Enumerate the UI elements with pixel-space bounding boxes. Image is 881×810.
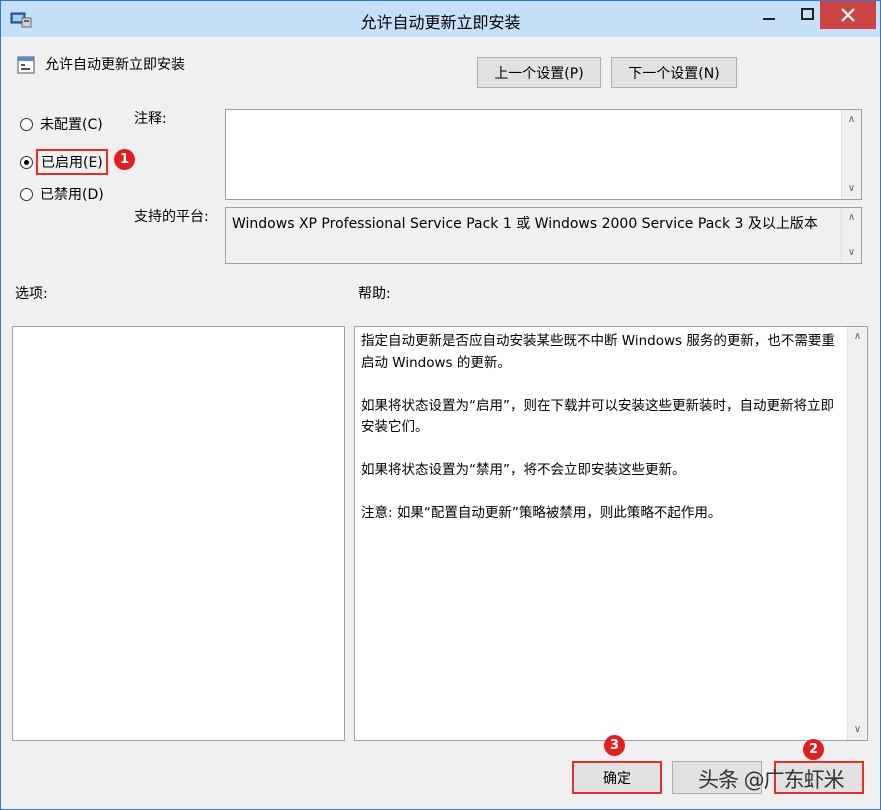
policy-setting-icon <box>17 56 35 74</box>
dialog-client-area: 允许自动更新立即安装 上一个设置(P) 下一个设置(N) 未配置(C) 已启用(… <box>8 37 873 805</box>
window-title: 允许自动更新立即安装 <box>360 13 521 32</box>
help-panel[interactable]: 指定自动更新是否应自动安装某些既不中断 Windows 服务的更新，也不需要重启… <box>354 326 868 741</box>
comment-textarea[interactable]: ∧ ∨ <box>225 109 862 200</box>
scroll-up-icon[interactable]: ∧ <box>848 328 867 346</box>
radio-enabled[interactable]: 已启用(E) <box>20 149 108 175</box>
help-paragraph: 如果将状态设置为“禁用”，将不会立即安装这些更新。 <box>361 462 686 478</box>
minimize-button[interactable] <box>750 1 788 29</box>
policy-name-heading: 允许自动更新立即安装 <box>45 57 185 73</box>
policy-dialog-window: 允许自动更新立即安装 允许自动更新立即安装 上一个设置(P) 下一个设置(N) … <box>0 0 881 810</box>
help-text: 指定自动更新是否应自动安装某些既不中断 Windows 服务的更新，也不需要重启… <box>361 331 845 546</box>
help-paragraph: 指定自动更新是否应自动安装某些既不中断 Windows 服务的更新，也不需要重启… <box>361 333 835 371</box>
annotation-badge-1: 1 <box>114 149 135 170</box>
platform-field: Windows XP Professional Service Pack 1 或… <box>225 207 862 264</box>
platform-scrollbar[interactable]: ∧ ∨ <box>841 208 861 263</box>
radio-not-configured-label: 未配置(C) <box>40 117 103 133</box>
help-section-label: 帮助: <box>358 286 391 302</box>
scroll-up-icon[interactable]: ∧ <box>842 209 861 227</box>
close-icon <box>841 8 855 22</box>
comment-label: 注释: <box>134 111 167 127</box>
radio-disabled[interactable]: 已禁用(D) <box>20 184 104 204</box>
radio-button[interactable] <box>20 187 33 201</box>
help-scrollbar[interactable]: ∧ ∨ <box>847 327 867 740</box>
scroll-down-icon[interactable]: ∨ <box>842 244 861 262</box>
ok-button[interactable]: 确定 <box>572 761 662 794</box>
radio-disabled-label: 已禁用(D) <box>40 187 104 203</box>
radio-enabled-label: 已启用(E) <box>36 149 108 175</box>
scroll-down-icon[interactable]: ∨ <box>842 180 861 198</box>
next-setting-button[interactable]: 下一个设置(N) <box>611 57 737 88</box>
help-paragraph: 注意: 如果“配置自动更新”策略被禁用，则此策略不起作用。 <box>361 505 722 521</box>
radio-button[interactable] <box>20 117 33 131</box>
close-button[interactable] <box>820 1 876 29</box>
maximize-icon <box>801 8 814 20</box>
title-bar[interactable]: 允许自动更新立即安装 <box>1 1 880 37</box>
scroll-down-icon[interactable]: ∨ <box>848 721 867 739</box>
scroll-up-icon[interactable]: ∧ <box>842 111 861 129</box>
minimize-icon <box>763 18 775 20</box>
help-paragraph: 如果将状态设置为“启用”，则在下载并可以安装这些更新装时，自动更新将立即安装它们… <box>361 397 834 436</box>
comment-scrollbar[interactable]: ∧ ∨ <box>841 110 861 199</box>
radio-not-configured[interactable]: 未配置(C) <box>20 114 103 134</box>
platform-value: Windows XP Professional Service Pack 1 或… <box>232 216 818 232</box>
previous-setting-button[interactable]: 上一个设置(P) <box>477 57 601 88</box>
options-section-label: 选项: <box>15 286 48 302</box>
watermark-text: 头条 @广东虾米 <box>698 768 845 792</box>
annotation-badge-2: 2 <box>803 739 824 760</box>
radio-button-selected[interactable] <box>20 155 33 169</box>
options-panel <box>12 326 345 741</box>
platform-label: 支持的平台: <box>134 209 209 225</box>
annotation-badge-3: 3 <box>604 735 625 756</box>
